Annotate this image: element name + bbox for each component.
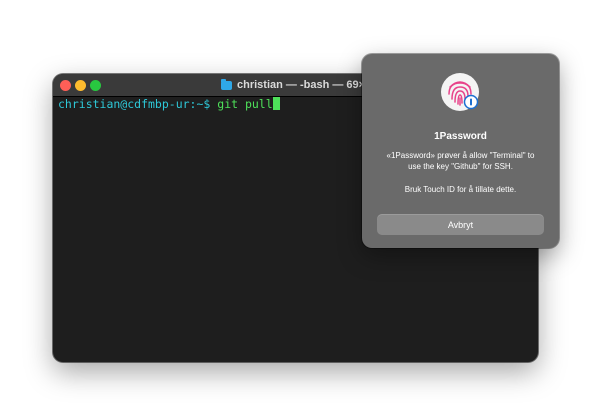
zoom-window-button[interactable] (90, 80, 101, 91)
shell-prompt: christian@cdfmbp-ur:~$ (58, 97, 211, 111)
minimize-window-button[interactable] (75, 80, 86, 91)
window-title-text: christian — -bash — 69×1 (237, 79, 372, 91)
auth-dialog: 1Password «1Password» prøver å allow "Te… (362, 54, 559, 248)
dialog-title: 1Password (434, 131, 487, 142)
cancel-button[interactable]: Avbryt (377, 214, 544, 235)
dialog-hint: Bruk Touch ID for å tillate dette. (404, 185, 517, 194)
shell-command: git pull (217, 97, 273, 111)
dialog-message: «1Password» prøver å allow "Terminal" to… (386, 151, 535, 171)
folder-icon (221, 78, 232, 90)
touch-id-fingerprint-icon (441, 73, 479, 111)
close-window-button[interactable] (60, 80, 71, 91)
window-title: christian — -bash — 69×1 (221, 74, 371, 96)
text-cursor (272, 97, 280, 110)
